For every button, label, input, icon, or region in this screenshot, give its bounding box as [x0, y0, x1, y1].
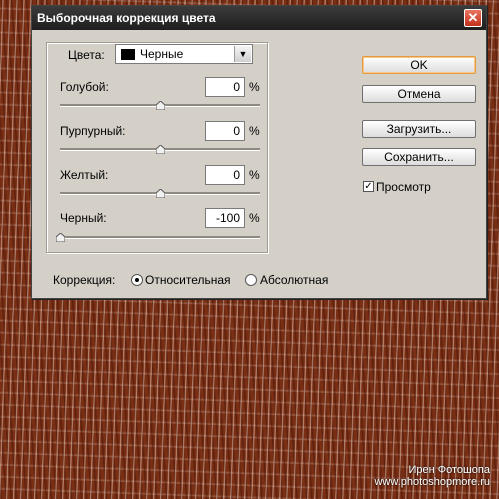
magenta-label: Пурпурный:: [60, 124, 126, 138]
radio-dot: [135, 278, 139, 282]
watermark-line1: Ирен Фотошопа: [408, 464, 490, 476]
black-slider-thumb[interactable]: [56, 233, 65, 242]
ok-button[interactable]: OK: [362, 56, 476, 74]
colors-selected-value: Черные: [140, 47, 184, 61]
close-icon: ✕: [467, 10, 479, 25]
selective-color-dialog: Выборочная коррекция цвета ✕ Цвета: Черн…: [31, 5, 487, 299]
black-unit: %: [249, 211, 260, 225]
preview-label[interactable]: Просмотр: [376, 180, 431, 194]
cancel-button[interactable]: Отмена: [362, 85, 476, 103]
absolute-radio[interactable]: [245, 274, 257, 286]
magenta-slider-thumb[interactable]: [156, 145, 165, 154]
check-icon: ✓: [364, 181, 373, 192]
color-swatch: [121, 49, 135, 60]
preview-checkbox[interactable]: ✓: [363, 181, 374, 192]
cyan-label: Голубой:: [60, 80, 109, 94]
yellow-unit: %: [249, 168, 260, 182]
black-label: Черный:: [60, 211, 107, 225]
relative-label[interactable]: Относительная: [145, 273, 231, 287]
watermark: Ирен Фотошопа www.photoshopmore.ru: [374, 464, 490, 488]
relative-radio[interactable]: [131, 274, 143, 286]
yellow-slider-thumb[interactable]: [156, 189, 165, 198]
colors-label: Цвета:: [68, 48, 105, 62]
chevron-down-icon[interactable]: ▼: [234, 46, 251, 62]
black-input[interactable]: -100: [205, 208, 245, 228]
yellow-input[interactable]: 0: [205, 165, 245, 185]
close-button[interactable]: ✕: [464, 9, 482, 27]
cyan-slider-thumb[interactable]: [156, 101, 165, 110]
watermark-line2: www.photoshopmore.ru: [374, 476, 490, 488]
save-button[interactable]: Сохранить...: [362, 148, 476, 166]
magenta-input[interactable]: 0: [205, 121, 245, 141]
colors-dropdown[interactable]: Черные ▼: [115, 44, 253, 64]
dialog-title: Выборочная коррекция цвета: [37, 11, 216, 25]
black-slider-track[interactable]: [60, 236, 260, 239]
cyan-input[interactable]: 0: [205, 77, 245, 97]
absolute-label[interactable]: Абсолютная: [260, 273, 328, 287]
load-button[interactable]: Загрузить...: [362, 120, 476, 138]
yellow-label: Желтый:: [60, 168, 109, 182]
dialog-titlebar[interactable]: Выборочная коррекция цвета ✕: [32, 6, 486, 30]
correction-label: Коррекция:: [53, 273, 116, 287]
cyan-unit: %: [249, 80, 260, 94]
magenta-unit: %: [249, 124, 260, 138]
